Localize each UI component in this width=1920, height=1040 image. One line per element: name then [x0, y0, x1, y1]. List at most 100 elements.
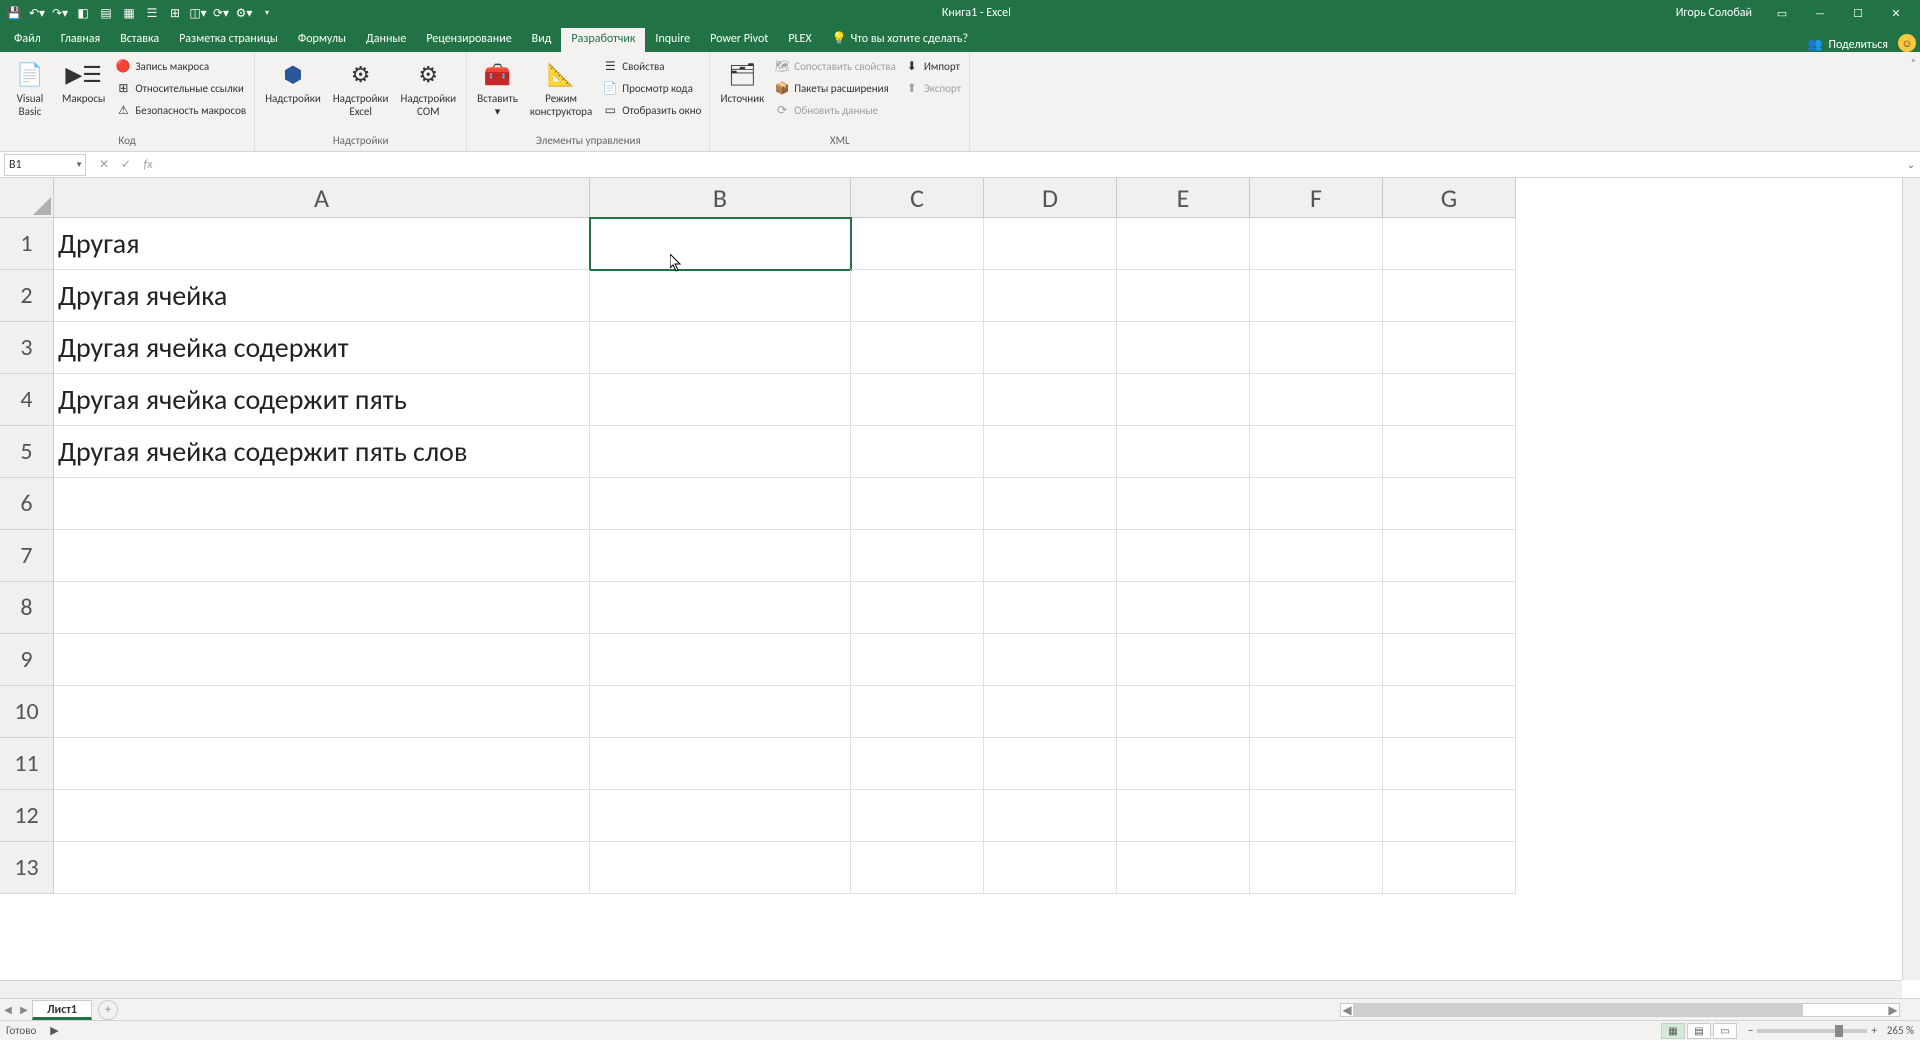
cell-E4[interactable] — [1117, 374, 1250, 426]
map-properties-button[interactable]: 🗺Сопоставить свойства — [772, 56, 898, 76]
row-header-12[interactable]: 12 — [0, 790, 54, 842]
tab-powerpivot[interactable]: Power Pivot — [700, 28, 778, 52]
row-header-11[interactable]: 11 — [0, 738, 54, 790]
name-box-dropdown-icon[interactable]: ▼ — [75, 160, 83, 170]
cell-D2[interactable] — [984, 270, 1117, 322]
zoom-out-button[interactable]: − — [1748, 1024, 1753, 1037]
column-header-E[interactable]: E — [1117, 178, 1250, 218]
vertical-scrollbar[interactable] — [1902, 178, 1920, 980]
cell-F1[interactable] — [1250, 218, 1383, 270]
cell-C12[interactable] — [851, 790, 984, 842]
cell-C13[interactable] — [851, 842, 984, 894]
cell-G4[interactable] — [1383, 374, 1516, 426]
row-header-7[interactable]: 7 — [0, 530, 54, 582]
macro-record-indicator-icon[interactable]: ▶ — [50, 1024, 58, 1037]
cell-G7[interactable] — [1383, 530, 1516, 582]
tab-nav-next[interactable]: ▶ — [16, 1000, 32, 1020]
cell-F6[interactable] — [1250, 478, 1383, 530]
cell-A11[interactable] — [54, 738, 590, 790]
qat-btn-6[interactable]: ◫▾ — [188, 3, 208, 23]
row-header-13[interactable]: 13 — [0, 842, 54, 894]
zoom-level[interactable]: 265 % — [1887, 1024, 1914, 1037]
cell-B12[interactable] — [590, 790, 851, 842]
cell-C11[interactable] — [851, 738, 984, 790]
com-addins-button[interactable]: ⚙Надстройки COM — [396, 54, 460, 118]
xml-export-button[interactable]: ⬆Экспорт — [902, 78, 963, 98]
cell-A10[interactable] — [54, 686, 590, 738]
tab-insert[interactable]: Вставка — [110, 28, 169, 52]
cell-C5[interactable] — [851, 426, 984, 478]
add-sheet-button[interactable]: + — [98, 1000, 118, 1020]
cell-F13[interactable] — [1250, 842, 1383, 894]
feedback-smiley-icon[interactable]: ☺ — [1898, 34, 1916, 52]
record-macro-button[interactable]: 🔴Запись макроса — [113, 56, 248, 76]
column-header-G[interactable]: G — [1383, 178, 1516, 218]
cell-E13[interactable] — [1117, 842, 1250, 894]
cancel-formula-button[interactable]: ✕ — [94, 155, 114, 175]
relative-refs-button[interactable]: ⊞Относительные ссылки — [113, 78, 248, 98]
zoom-in-button[interactable]: + — [1871, 1024, 1876, 1037]
tab-nav-prev[interactable]: ◀ — [0, 1000, 16, 1020]
cell-D1[interactable] — [984, 218, 1117, 270]
cell-D9[interactable] — [984, 634, 1117, 686]
select-all-corner[interactable] — [0, 178, 54, 218]
cell-F3[interactable] — [1250, 322, 1383, 374]
row-header-9[interactable]: 9 — [0, 634, 54, 686]
cell-G1[interactable] — [1383, 218, 1516, 270]
row-header-4[interactable]: 4 — [0, 374, 54, 426]
cell-A8[interactable] — [54, 582, 590, 634]
cell-E1[interactable] — [1117, 218, 1250, 270]
cell-G13[interactable] — [1383, 842, 1516, 894]
cell-F8[interactable] — [1250, 582, 1383, 634]
cell-D13[interactable] — [984, 842, 1117, 894]
collapse-ribbon-button[interactable]: ˄ — [1911, 56, 1916, 69]
cell-C8[interactable] — [851, 582, 984, 634]
save-button[interactable]: 💾 — [4, 3, 24, 23]
macro-security-button[interactable]: ⚠Безопасность макросов — [113, 100, 248, 120]
cell-B5[interactable] — [590, 426, 851, 478]
cell-D3[interactable] — [984, 322, 1117, 374]
column-header-C[interactable]: C — [851, 178, 984, 218]
xml-import-button[interactable]: ⬇Импорт — [902, 56, 963, 76]
share-button[interactable]: 👥Поделиться — [1798, 37, 1898, 52]
cell-B9[interactable] — [590, 634, 851, 686]
page-layout-view-button[interactable]: ▤ — [1687, 1023, 1711, 1039]
cell-C4[interactable] — [851, 374, 984, 426]
cell-G2[interactable] — [1383, 270, 1516, 322]
cell-G10[interactable] — [1383, 686, 1516, 738]
cell-B10[interactable] — [590, 686, 851, 738]
excel-addins-button[interactable]: ⚙Надстройки Excel — [329, 54, 393, 118]
cell-E2[interactable] — [1117, 270, 1250, 322]
cell-D12[interactable] — [984, 790, 1117, 842]
row-header-3[interactable]: 3 — [0, 322, 54, 374]
qat-btn-7[interactable]: ⟳▾ — [211, 3, 231, 23]
refresh-data-button[interactable]: ⟳Обновить данные — [772, 100, 898, 120]
cell-A12[interactable] — [54, 790, 590, 842]
qat-customize[interactable]: ▾ — [257, 3, 277, 23]
qat-btn-3[interactable]: ▦ — [119, 3, 139, 23]
cell-D10[interactable] — [984, 686, 1117, 738]
tab-file[interactable]: Файл — [4, 28, 51, 52]
row-header-8[interactable]: 8 — [0, 582, 54, 634]
row-header-6[interactable]: 6 — [0, 478, 54, 530]
viewcode-button[interactable]: 📄Просмотр кода — [600, 78, 703, 98]
tab-plex[interactable]: PLEX — [778, 28, 821, 52]
qat-btn-8[interactable]: ⚙▾ — [234, 3, 254, 23]
zoom-slider[interactable] — [1757, 1029, 1867, 1033]
maximize-button[interactable]: ☐ — [1844, 3, 1872, 23]
cell-F5[interactable] — [1250, 426, 1383, 478]
xml-source-button[interactable]: 🗂Источник — [716, 54, 768, 105]
cell-B3[interactable] — [590, 322, 851, 374]
row-header-1[interactable]: 1 — [0, 218, 54, 270]
cell-A5[interactable]: Другая ячейка содержит пять слов — [54, 426, 590, 478]
cell-B6[interactable] — [590, 478, 851, 530]
cell-C2[interactable] — [851, 270, 984, 322]
cell-E10[interactable] — [1117, 686, 1250, 738]
tab-home[interactable]: Главная — [51, 28, 110, 52]
cell-F10[interactable] — [1250, 686, 1383, 738]
cell-F4[interactable] — [1250, 374, 1383, 426]
cell-B8[interactable] — [590, 582, 851, 634]
qat-btn-4[interactable]: ☰ — [142, 3, 162, 23]
cell-E3[interactable] — [1117, 322, 1250, 374]
tab-review[interactable]: Рецензирование — [416, 28, 521, 52]
